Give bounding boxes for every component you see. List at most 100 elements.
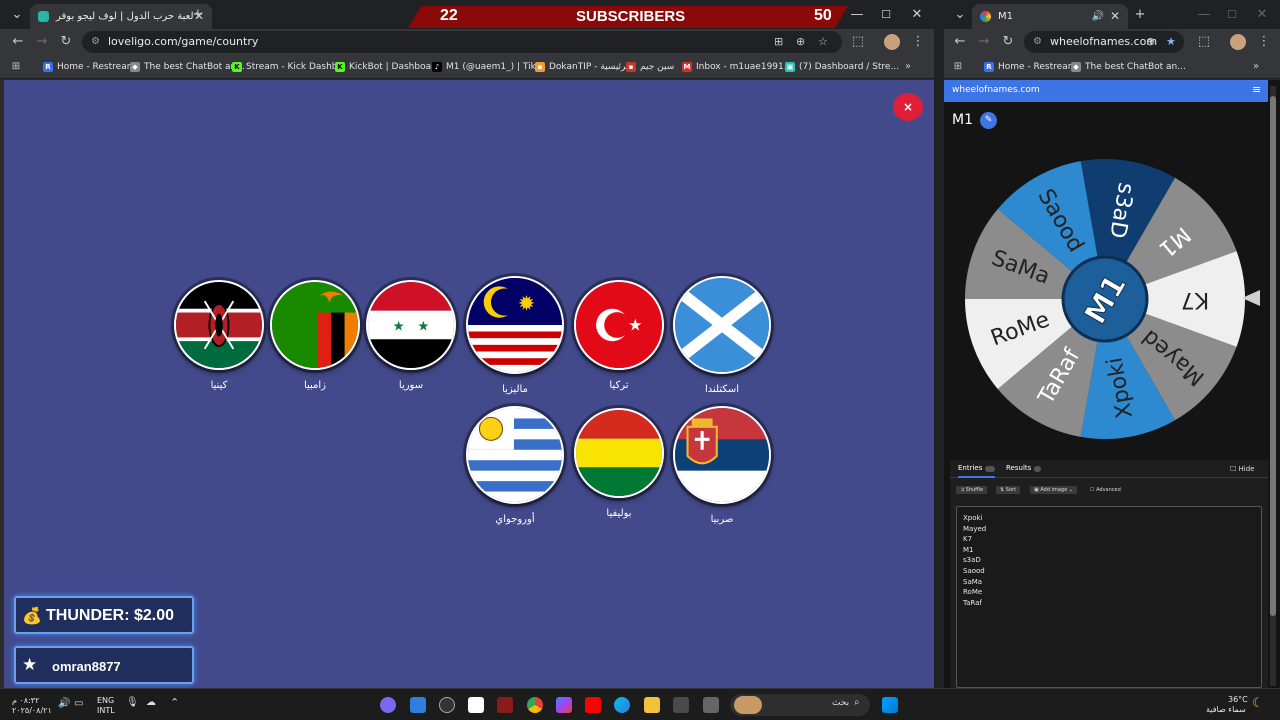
streamer-app-icon[interactable] xyxy=(497,697,513,713)
maximize-icon[interactable]: ☐ xyxy=(874,4,898,26)
bookmark-item[interactable]: ◆ The best ChatBot an... xyxy=(130,59,245,75)
bookmark-star-icon[interactable]: ☆ xyxy=(818,31,828,53)
bookmark-item[interactable]: K KickBot | Dashboard xyxy=(335,59,440,75)
audio-icon[interactable]: 🔊 xyxy=(1092,4,1104,29)
maximize-icon[interactable]: ☐ xyxy=(1220,4,1244,26)
menu-icon[interactable]: ⋮ xyxy=(908,32,928,52)
add-image-button[interactable]: ▣ Add image ⌄ xyxy=(1030,486,1077,494)
tab-search-icon[interactable]: ⌄ xyxy=(5,4,29,26)
youtube-icon[interactable] xyxy=(585,697,601,713)
tray-chevron-icon[interactable]: ⌃ xyxy=(170,696,179,709)
apps-grid-icon[interactable]: ⊞ xyxy=(948,57,968,77)
window-close-icon[interactable]: ✕ xyxy=(1250,4,1274,26)
entry-line: SaMa xyxy=(963,577,983,586)
search-icon: ⌕ xyxy=(854,697,860,708)
zoom-icon[interactable]: ⊕ xyxy=(796,31,805,53)
wheel[interactable]: s3aDM1K7MayedXpokiTaRafRoMeSaMaSaoodM1 xyxy=(962,156,1248,442)
copilot-icon[interactable] xyxy=(556,697,572,713)
start-icon[interactable] xyxy=(882,697,898,713)
profile-avatar[interactable] xyxy=(1230,34,1246,50)
bookmark-item[interactable]: ♪ M1 (@uaem1_) | Tik... xyxy=(432,59,544,75)
microphone-icon[interactable]: 🎙 xyxy=(126,697,139,708)
menu-icon[interactable]: ⋮ xyxy=(1254,32,1274,52)
game-close-button[interactable]: × xyxy=(893,93,923,121)
clock-time[interactable]: ٠٨:٣٢ م xyxy=(12,696,39,705)
site-info-icon[interactable]: ⚙ xyxy=(1033,31,1042,53)
entries-textarea[interactable]: Xpoki Mayed K7 M1 s3aD Saood SaMa RoMe TaRaf xyxy=(956,506,1262,688)
volume-icon[interactable]: 🔊 xyxy=(58,698,70,709)
shuffle-button[interactable]: ⤨ Shuffle xyxy=(956,486,988,494)
country-zambia[interactable]: زامبيا xyxy=(268,280,362,391)
reload-icon[interactable]: ↻ xyxy=(56,32,76,52)
more-bookmarks-icon[interactable]: » xyxy=(1246,57,1266,77)
bookmark-item[interactable]: ▪ سين جيم xyxy=(626,59,674,75)
hide-checkbox[interactable]: ☐ Hide xyxy=(1230,465,1254,473)
search-highlight-icon xyxy=(734,696,762,714)
weather-desc[interactable]: سماء صافية xyxy=(1206,705,1246,714)
country-bolivia[interactable]: بوليفيا xyxy=(572,408,666,519)
clock-date[interactable]: ٢٠٢٥/٠٨/٢١ xyxy=(12,706,52,715)
country-scotland[interactable]: اسكتلندا xyxy=(672,276,772,395)
new-tab-icon[interactable]: + xyxy=(186,4,210,26)
tab-search-icon[interactable]: ⌄ xyxy=(948,4,972,26)
new-tab-icon[interactable]: + xyxy=(1128,4,1152,26)
bookmark-star-icon[interactable]: ★ xyxy=(1166,31,1176,53)
edge-icon[interactable] xyxy=(614,697,630,713)
bookmark-item[interactable]: ▣ (7) Dashboard / Stre... xyxy=(785,59,899,75)
chrome-icon[interactable] xyxy=(527,697,543,713)
extensions-icon[interactable]: ⬚ xyxy=(848,32,868,52)
store-icon[interactable] xyxy=(673,697,689,713)
address-bar[interactable]: ⚙ wheelofnames.com ⊕ ★ xyxy=(1024,31,1184,53)
country-serbia[interactable]: صربيا xyxy=(672,406,772,525)
translate-icon[interactable]: ⊞ xyxy=(774,31,783,53)
capcut-icon[interactable] xyxy=(468,697,484,713)
bookmark-item[interactable]: K Stream - Kick Dashb... xyxy=(232,59,346,75)
bookmark-item[interactable]: ◆ The best ChatBot an... xyxy=(1071,59,1186,75)
extensions-icon[interactable]: ⬚ xyxy=(1194,32,1214,52)
country-kenya[interactable]: كينيا xyxy=(172,280,266,391)
tab-close-icon[interactable]: ✕ xyxy=(1110,4,1120,29)
taskbar-search[interactable]: بحث ⌕ xyxy=(730,694,870,716)
tab-entries[interactable]: Entries 10 xyxy=(958,464,995,478)
cloud-icon[interactable]: ☁ xyxy=(146,697,156,708)
app-icon[interactable] xyxy=(410,697,426,713)
hamburger-icon[interactable]: ≡ xyxy=(1252,83,1261,96)
tab-game[interactable]: لعبة حرب الدول | لوف ليجو بوفر ✕ xyxy=(30,4,212,29)
reload-icon[interactable]: ↻ xyxy=(998,32,1018,52)
discord-icon[interactable] xyxy=(380,697,396,713)
edit-title-icon[interactable]: ✎ xyxy=(980,112,997,129)
back-icon[interactable]: ← xyxy=(8,32,28,52)
bookmark-item[interactable]: R Home - Restream xyxy=(43,59,135,75)
bookmark-item[interactable]: ▪ DokanTIP - الرئيسية xyxy=(535,59,631,75)
country-uruguay[interactable]: أوروجواي xyxy=(466,406,564,525)
zoom-icon[interactable]: ⊕ xyxy=(1146,31,1155,53)
tab-wheel[interactable]: M1 🔊 ✕ xyxy=(972,4,1128,29)
tab-results[interactable]: Results 0 xyxy=(1006,464,1041,472)
more-bookmarks-icon[interactable]: » xyxy=(898,57,918,77)
site-info-icon[interactable]: ⚙ xyxy=(91,31,100,53)
lang-primary[interactable]: ENG xyxy=(97,696,114,705)
minimize-icon[interactable]: — xyxy=(1192,4,1216,26)
advanced-checkbox[interactable]: ☐ Advanced xyxy=(1090,487,1121,493)
page-scrollbar[interactable] xyxy=(1270,86,1276,686)
network-icon[interactable]: ▭ xyxy=(74,698,83,709)
bookmark-item[interactable]: M Inbox - m1uae1991... xyxy=(682,59,792,75)
apps-grid-icon[interactable]: ⊞ xyxy=(6,57,26,77)
weather-temp[interactable]: 36°C xyxy=(1228,695,1248,704)
back-icon[interactable]: ← xyxy=(950,32,970,52)
forward-icon[interactable]: → xyxy=(32,32,52,52)
sort-button[interactable]: ⇅ Sort xyxy=(996,486,1021,494)
app-icon[interactable] xyxy=(703,697,719,713)
forward-icon[interactable]: → xyxy=(974,32,994,52)
file-explorer-icon[interactable] xyxy=(644,697,660,713)
address-bar[interactable]: ⚙ loveligo.com/game/country ⊞ ⊕ ☆ xyxy=(82,31,842,53)
country-malaysia[interactable]: ✹ ماليزيا xyxy=(466,276,564,395)
profile-avatar[interactable] xyxy=(884,34,900,50)
country-turkey[interactable]: ★ تركيا xyxy=(572,280,666,391)
country-syria[interactable]: ★ ★ سوريا xyxy=(364,280,458,391)
minimize-icon[interactable]: — xyxy=(845,4,869,26)
bookmark-item[interactable]: R Home - Restream xyxy=(984,59,1076,75)
lang-secondary[interactable]: INTL xyxy=(97,706,115,715)
window-close-icon[interactable]: ✕ xyxy=(905,4,929,26)
obs-icon[interactable] xyxy=(439,697,455,713)
